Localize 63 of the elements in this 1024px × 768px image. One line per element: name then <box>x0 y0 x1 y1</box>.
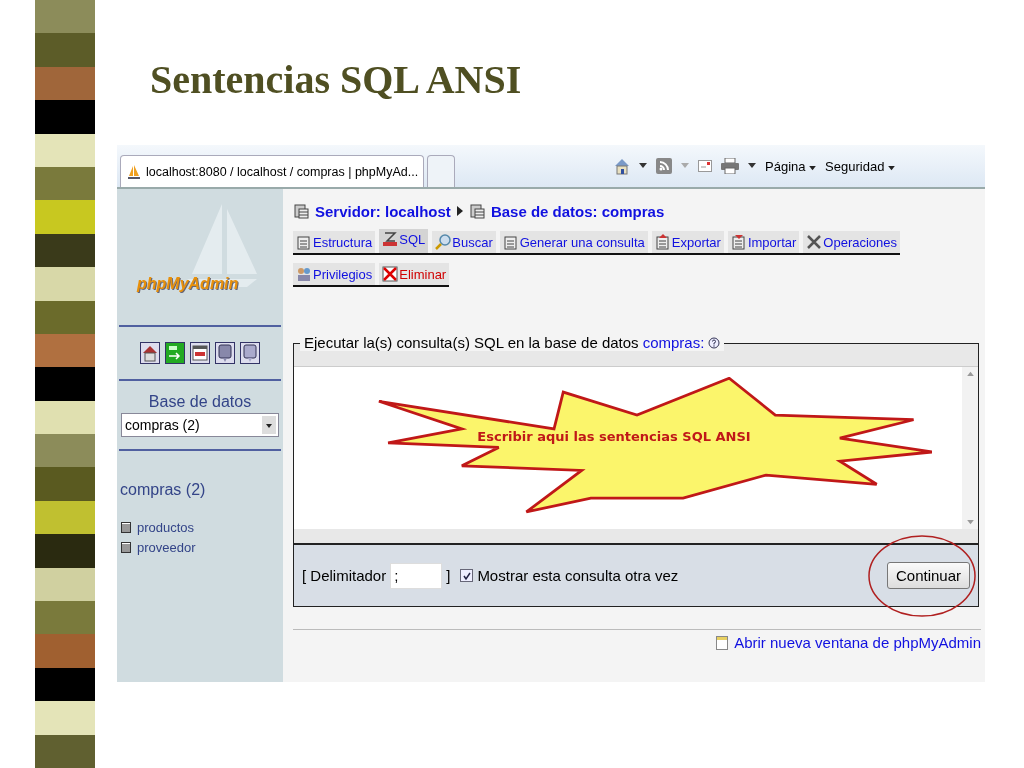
toolbar-menu[interactable]: Página <box>765 158 817 174</box>
table-link[interactable]: productos <box>137 519 195 535</box>
table-icon <box>121 521 131 533</box>
tab[interactable]: Privilegios <box>293 263 376 285</box>
caret-icon <box>809 165 817 171</box>
database-select[interactable]: compras (2) <box>121 413 279 437</box>
tab[interactable]: Operaciones <box>803 231 901 253</box>
callout-text: Escribir aqui las sentencias SQL ANSI <box>476 429 752 444</box>
database-icon <box>468 203 485 219</box>
help-icon[interactable] <box>708 336 721 349</box>
tab[interactable]: Exportar <box>651 231 724 253</box>
database-link[interactable]: compras (2) <box>120 481 283 499</box>
query-window-icon[interactable] <box>190 341 210 365</box>
home-icon[interactable] <box>614 157 630 175</box>
bracket: ] <box>446 567 451 584</box>
search-icon <box>435 234 452 250</box>
database-link[interactable]: compras: <box>642 334 705 351</box>
tab[interactable]: Eliminar <box>379 263 450 285</box>
exit-icon[interactable] <box>165 341 185 365</box>
sql-icon <box>382 231 399 247</box>
tab[interactable]: SQL <box>379 229 429 253</box>
tab[interactable]: Importar <box>727 231 800 253</box>
separator-arrow-icon <box>456 206 463 216</box>
toolbar-menu[interactable]: Seguridad <box>825 158 895 174</box>
continue-button[interactable]: Continuar <box>886 562 970 589</box>
table-link[interactable]: proveedor <box>137 539 196 555</box>
print-icon[interactable] <box>721 158 739 174</box>
export-icon <box>654 234 671 250</box>
feed-icon[interactable] <box>656 158 672 174</box>
server-icon <box>293 203 309 219</box>
delimiter-field[interactable]: ; <box>390 562 443 589</box>
document-icon <box>296 234 312 250</box>
caret-icon <box>888 165 895 171</box>
breadcrumb-link[interactable]: Base de datos: compras <box>490 202 665 220</box>
new-window-icon <box>716 635 729 650</box>
table-icon <box>502 234 519 250</box>
show-again-checkbox[interactable] <box>460 569 474 582</box>
home-icon[interactable] <box>140 341 160 365</box>
sql-query-field[interactable]: Escribir aqui las sentencias SQL ANSI <box>294 366 978 529</box>
tab[interactable]: Estructura <box>293 231 376 253</box>
documentation-icon[interactable] <box>240 341 260 365</box>
dropdown-arrow-icon[interactable] <box>748 163 756 169</box>
dropdown-arrow-icon[interactable] <box>639 163 647 169</box>
browser-tab[interactable]: localhost:8080 / localhost / compras | phpMyAd... <box>120 155 425 187</box>
scroll-up-icon[interactable] <box>966 371 974 376</box>
tab[interactable]: Buscar <box>432 231 496 253</box>
slide-title: Sentencias SQL ANSI <box>150 56 523 104</box>
scroll-down-icon[interactable] <box>966 520 974 525</box>
database-label: Base de datos <box>147 393 253 411</box>
checkbox-label: Mostrar esta consulta otra vez <box>477 567 679 584</box>
mail-icon[interactable] <box>698 160 712 172</box>
delete-icon <box>382 266 399 282</box>
new-window-link[interactable]: Abrir nueva ventana de phpMyAdmin <box>734 634 981 651</box>
scrollbar[interactable] <box>962 367 978 529</box>
delimiter-label: [ Delimitador <box>302 567 387 584</box>
help-icon[interactable] <box>215 341 235 365</box>
tab[interactable]: Generar una consulta <box>499 231 648 253</box>
sail-icon <box>126 163 142 180</box>
query-legend: Ejecutar la(s) consulta(s) SQL en la base de datos <box>304 334 639 351</box>
users-icon <box>296 266 312 282</box>
breadcrumb-link[interactable]: Servidor: localhost <box>315 202 451 220</box>
import-icon <box>730 234 747 250</box>
table-icon <box>121 541 131 553</box>
